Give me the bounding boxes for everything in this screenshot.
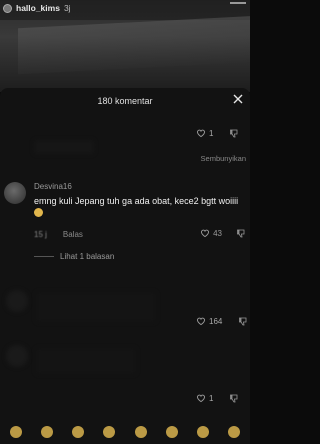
story-progress <box>230 2 246 4</box>
video-time: 3j <box>63 3 71 13</box>
video-username[interactable]: hallo_kims <box>16 3 60 13</box>
avatar[interactable] <box>4 182 26 204</box>
comment-time: 15 j <box>34 230 47 239</box>
like-count: 43 <box>213 228 222 238</box>
emoji-icon[interactable] <box>9 426 22 438</box>
comment-meta: 15 j Balas <box>34 230 83 239</box>
comment-actions: 164 <box>196 316 248 326</box>
video-object <box>18 15 250 75</box>
dislike-icon[interactable] <box>229 393 239 403</box>
emoji-icon[interactable] <box>165 426 178 438</box>
video-topbar: hallo_kims 3j <box>0 0 250 16</box>
dislike-icon[interactable] <box>238 316 248 326</box>
blurred-comment <box>36 348 136 374</box>
comments-count-title: 180 komentar <box>97 96 153 106</box>
view-replies-label: Lihat 1 balasan <box>60 252 115 261</box>
reply-button[interactable]: Balas <box>63 230 83 239</box>
comment-actions: 1 <box>196 393 239 403</box>
reply-actions: 1 <box>196 128 239 138</box>
dislike-icon[interactable] <box>229 128 239 138</box>
like-count: 1 <box>209 393 214 403</box>
emoji-icon[interactable] <box>72 426 85 438</box>
emoji-icon[interactable] <box>134 426 147 438</box>
blurred-comment <box>36 292 156 322</box>
heart-icon[interactable] <box>196 393 206 403</box>
avatar[interactable] <box>3 3 12 13</box>
hide-replies-link[interactable]: Sembunyikan <box>201 154 246 163</box>
like-count: 164 <box>209 316 223 326</box>
video-preview[interactable]: hallo_kims 3j <box>0 0 250 92</box>
emoji-icon[interactable] <box>103 426 116 438</box>
heart-icon[interactable] <box>196 128 206 138</box>
heart-icon[interactable] <box>196 316 206 326</box>
view-replies-button[interactable]: Lihat 1 balasan <box>34 252 114 261</box>
comment-text: emng kuli Jepang tuh ga ada obat, kece2 … <box>34 195 244 219</box>
divider <box>34 256 54 257</box>
emoji-icon[interactable] <box>228 426 241 438</box>
comment-username[interactable]: Desvina16 <box>34 182 72 191</box>
close-icon[interactable] <box>232 93 244 105</box>
emoji-icon[interactable] <box>40 426 53 438</box>
comment-text-content: emng kuli Jepang tuh ga ada obat, kece2 … <box>34 196 239 206</box>
blurred-comment <box>34 140 94 154</box>
avatar <box>6 290 28 312</box>
laughing-emoji-icon <box>34 208 43 217</box>
comment-actions: 43 <box>200 228 246 238</box>
heart-icon[interactable] <box>200 228 210 238</box>
emoji-icon[interactable] <box>197 426 210 438</box>
emoji-quick-bar <box>0 420 250 444</box>
avatar <box>6 345 28 367</box>
like-count: 1 <box>209 128 214 138</box>
dislike-icon[interactable] <box>236 228 246 238</box>
